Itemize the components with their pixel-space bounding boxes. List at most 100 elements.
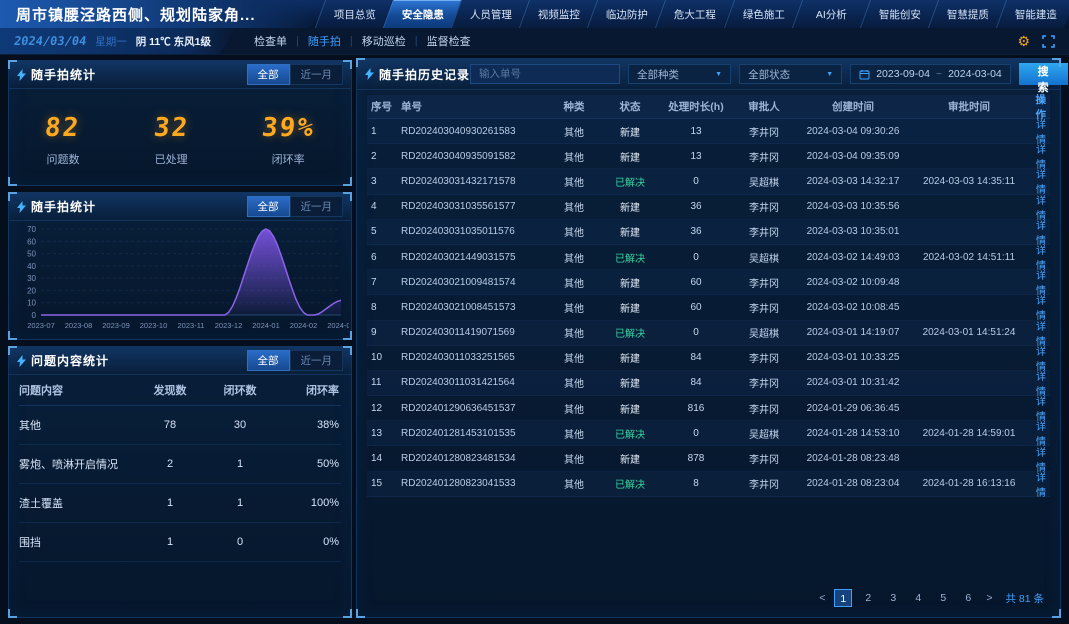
history-table-cell: 吴超棋 xyxy=(749,329,779,341)
svg-text:10: 10 xyxy=(27,299,36,308)
history-table-cell: RD202401280823481534 xyxy=(401,453,516,465)
pagination-page[interactable]: 1 xyxy=(834,589,853,607)
status-filter-select[interactable]: 全部状态 ▼ xyxy=(739,64,843,84)
issue-content-stats-panel: 问题内容统计 全部 近一月 问题内容 发现数 闭环数 闭环率 其他 78 30 38% 雾炮、喷淋… xyxy=(8,346,352,618)
filter-button[interactable]: 全部 xyxy=(246,350,290,371)
history-table-cell: 2024-03-01 14:51:24 xyxy=(922,327,1016,339)
history-table-cell: 新建 xyxy=(620,455,640,467)
nav-tab-10[interactable]: 智慧提质 xyxy=(927,0,1007,28)
order-number-search-input[interactable] xyxy=(470,64,621,84)
nav-tab-1[interactable]: 项目总览 xyxy=(314,0,394,28)
svg-text:70: 70 xyxy=(27,225,36,234)
nav-tab-label: 智能建造 xyxy=(1014,8,1057,21)
subnav-separator: | xyxy=(296,35,299,47)
history-table-cell: RD202401281453101535 xyxy=(401,427,516,439)
area-chart-svg: 0 10 20 30 40 50 60 70 2023-07 2023-08 2023-09 2023… xyxy=(27,225,355,330)
content-table-cell: 1 xyxy=(236,458,244,470)
svg-text:50: 50 xyxy=(27,250,36,259)
nav-tab-2[interactable]: 安全隐患 xyxy=(382,0,462,28)
history-table-cell: 2024-03-03 10:35:01 xyxy=(806,226,900,238)
detail-link[interactable]: 详情 xyxy=(1027,469,1046,499)
history-table-header: 状态 xyxy=(619,101,641,113)
nav-tab-5[interactable]: 临边防护 xyxy=(587,0,666,28)
history-table-row: 13 RD202401281453101535 其他 已解决 0 吴超棋 2024-01-2… xyxy=(367,421,1050,448)
history-table-cell: 2024-01-28 14:59:01 xyxy=(922,427,1016,439)
pagination-next[interactable]: > xyxy=(984,592,994,604)
history-table-cell: 新建 xyxy=(620,404,640,416)
history-table-header: 审批时间 xyxy=(948,101,990,113)
history-table-cell: 已解决 xyxy=(615,253,645,265)
history-table-cell: 李井冈 xyxy=(749,228,779,240)
svg-text:60: 60 xyxy=(27,237,36,246)
pagination-page[interactable]: 4 xyxy=(909,589,927,607)
history-filter-controls: 全部种类 ▼ 全部状态 ▼ 2023-09-04 ~ 2024-03-04 搜索 xyxy=(470,63,1068,94)
nav-tab-label: AI分析 xyxy=(815,8,847,21)
content-table-cell: 30 xyxy=(233,419,247,431)
filter-button[interactable]: 近一月 xyxy=(289,350,343,371)
subnav-item[interactable]: 随手拍 xyxy=(308,33,341,49)
content-table-cell: 1 xyxy=(166,497,174,509)
history-table-cell: 其他 xyxy=(564,404,584,416)
svg-text:20: 20 xyxy=(27,286,36,295)
history-table-cell: 其他 xyxy=(564,152,584,164)
filter-button[interactable]: 近一月 xyxy=(289,64,343,85)
history-table-cell: 878 xyxy=(687,453,705,465)
svg-text:2024-03: 2024-03 xyxy=(327,321,349,330)
nav-tab-11[interactable]: 智能建造 xyxy=(995,0,1069,28)
corner-decoration xyxy=(356,58,365,67)
history-table-cell: 2024-01-28 08:23:48 xyxy=(806,453,900,465)
history-table-cell: 3 xyxy=(371,175,377,187)
panel-title: 随手拍统计 xyxy=(31,68,97,82)
pagination-page[interactable]: 2 xyxy=(859,589,877,607)
content-table-cell: 100% xyxy=(310,497,339,509)
nav-tab-3[interactable]: 人员管理 xyxy=(451,0,530,28)
pagination-total: 共 81 条 xyxy=(1005,592,1044,605)
history-table-cell: RD202403021008451573 xyxy=(401,301,516,313)
history-table-cell: 其他 xyxy=(564,354,584,366)
history-table-cell: 2024-03-01 10:31:42 xyxy=(806,377,900,389)
history-table: 序号 单号 种类 状态 处理时长(h) 审批人 创建时间 审批时间 操作 1 RD202403040… xyxy=(357,94,1060,499)
corner-decoration xyxy=(343,609,352,618)
history-table-cell: 1 xyxy=(371,125,377,137)
stat-label: 问题数 xyxy=(46,154,80,166)
nav-tab-label: 人员管理 xyxy=(469,8,512,21)
history-table-row: 5 RD202403031035011576 其他 新建 36 李井冈 2024-03-03… xyxy=(367,219,1050,247)
stat-label: 闭环率 xyxy=(271,154,305,166)
pagination-page[interactable]: 3 xyxy=(884,589,902,607)
history-table-cell: 其他 xyxy=(564,253,584,265)
nav-tab-8[interactable]: AI分析 xyxy=(791,0,870,28)
nav-tab-7[interactable]: 绿色施工 xyxy=(723,0,802,28)
history-table-cell: 2024-03-01 10:33:25 xyxy=(806,352,900,364)
content-table-cell: 38% xyxy=(316,419,339,431)
history-table-cell: 13 xyxy=(690,125,702,137)
pagination-page[interactable]: 5 xyxy=(934,589,952,607)
nav-tab-4[interactable]: 视频监控 xyxy=(519,0,598,28)
filter-button[interactable]: 全部 xyxy=(246,64,290,85)
type-filter-select[interactable]: 全部种类 ▼ xyxy=(628,64,732,84)
history-table-row: 4 RD202403031035561577 其他 新建 36 李井冈 2024-03-03… xyxy=(367,195,1050,222)
date-range-picker[interactable]: 2023-09-04 ~ 2024-03-04 xyxy=(850,64,1011,84)
fullscreen-icon[interactable] xyxy=(1042,34,1055,48)
nav-tab-6[interactable]: 危大工程 xyxy=(655,0,734,28)
filter-button[interactable]: 全部 xyxy=(246,196,290,217)
history-table-cell: RD202403011419071569 xyxy=(401,327,515,339)
subnav-item[interactable]: 监督检查 xyxy=(427,33,471,49)
history-table-cell: 吴超棋 xyxy=(749,177,779,189)
subnav-item[interactable]: 检查单 xyxy=(254,33,287,49)
history-table-cell: 李井冈 xyxy=(749,278,779,290)
filter-button[interactable]: 近一月 xyxy=(289,196,343,217)
topbar-icons: ⚙ xyxy=(1017,28,1055,54)
history-table-cell: RD202403031432171578 xyxy=(401,175,516,187)
content-table-cell: 围挡 xyxy=(19,537,41,549)
filter-toggle: 全部 近一月 xyxy=(246,350,343,371)
history-table-cell: 新建 xyxy=(620,354,640,366)
content-table-cell: 1 xyxy=(166,536,174,548)
pagination-prev[interactable]: < xyxy=(817,592,827,604)
history-table-header: 单号 xyxy=(401,101,422,113)
nav-tab-9[interactable]: 智能创安 xyxy=(859,0,938,28)
history-table-header: 审批人 xyxy=(748,101,780,113)
content-table-cell: 50% xyxy=(316,458,339,470)
subnav-item[interactable]: 移动巡检 xyxy=(362,33,406,49)
gear-icon[interactable]: ⚙ xyxy=(1017,34,1030,48)
pagination-page[interactable]: 6 xyxy=(959,589,977,607)
